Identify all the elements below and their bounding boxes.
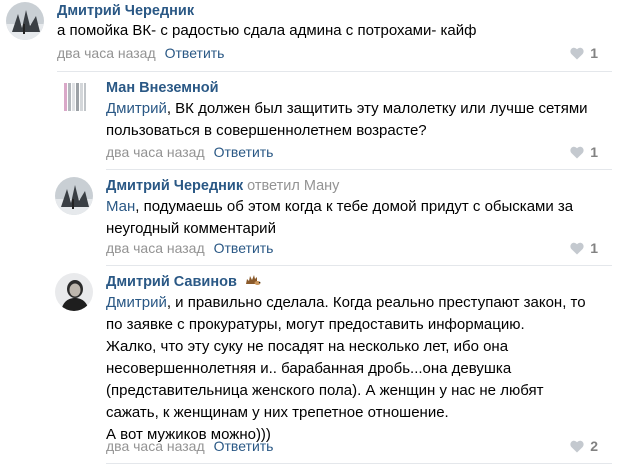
comment-text: Дмитрий, и правильно сделала. Когда реал… (106, 292, 586, 446)
comment-text-line: несовершеннолетняя и.. барабанная дробь.… (106, 360, 512, 377)
heart-icon (570, 47, 584, 60)
avatar[interactable] (55, 177, 93, 215)
mention-link[interactable]: Дмитрий (106, 294, 167, 311)
comment-text: а помойка ВК- с радостью сдала админа с … (57, 20, 476, 42)
comment-text-line: (представительница женского пола). А жен… (106, 382, 544, 399)
mention-link[interactable]: Ман (106, 198, 135, 215)
like-button[interactable]: 1 (570, 144, 598, 160)
like-button[interactable]: 1 (570, 240, 598, 256)
comment-meta: два часа назад Ответить (106, 144, 273, 160)
comment-text: Дмитрий, ВК должен был защитить эту мало… (106, 98, 588, 142)
like-count: 1 (590, 45, 598, 61)
like-count: 2 (590, 438, 598, 454)
comment-text-line: а помойка ВК- с радостью сдала админа с … (57, 22, 477, 39)
divider (106, 169, 612, 170)
comment-text-line: , и правильно сделала. Когда реально пре… (166, 294, 586, 311)
comment-author[interactable]: Ман Внеземной (106, 80, 219, 96)
comment-timestamp[interactable]: два часа назад (57, 45, 156, 61)
comment-text-line: Жалко, что эту суку не посадят на нескол… (106, 338, 509, 355)
like-button[interactable]: 1 (570, 45, 598, 61)
avatar[interactable] (55, 78, 93, 116)
mention-link[interactable]: Дмитрий (106, 100, 167, 117)
comment-text-line: неугодный комментарий (106, 220, 276, 237)
reply-button[interactable]: Ответить (214, 438, 274, 454)
like-count: 1 (590, 240, 598, 256)
heart-icon (570, 440, 584, 453)
divider (106, 265, 612, 266)
comment-meta: два часа назад Ответить (106, 438, 273, 454)
comment-timestamp[interactable]: два часа назад (106, 438, 205, 454)
hedgehog-icon (245, 274, 261, 290)
comment-author[interactable]: Дмитрий Чередник (57, 3, 194, 19)
heart-icon (570, 146, 584, 159)
like-count: 1 (590, 144, 598, 160)
author-name[interactable]: Дмитрий Савинов (106, 274, 237, 290)
comment-timestamp[interactable]: два часа назад (106, 240, 205, 256)
avatar[interactable] (55, 273, 93, 311)
replied-to[interactable]: ответил Ману (247, 178, 339, 194)
reply-button[interactable]: Ответить (214, 240, 274, 256)
comment-timestamp[interactable]: два часа назад (106, 144, 205, 160)
author-name[interactable]: Дмитрий Чередник (106, 178, 243, 194)
comment-text-line: , ВК должен был защитить эту малолетку и… (166, 100, 588, 117)
comment-meta: два часа назад Ответить (106, 240, 273, 256)
comment-author: Дмитрий Чередник ответил Ману (106, 178, 339, 194)
avatar[interactable] (6, 2, 44, 40)
comment-text-line: сажать, к женщинам у них трепетное отнош… (106, 404, 449, 421)
comment-text: Ман, подумаешь об этом когда к тебе домо… (106, 196, 573, 240)
comment-meta: два часа назад Ответить (57, 45, 224, 61)
divider (57, 71, 612, 72)
comment-author: Дмитрий Савинов (106, 274, 261, 290)
like-button[interactable]: 2 (570, 438, 598, 454)
divider (106, 463, 612, 464)
comment-text-line: по заявке с прокуратуры, могут предостав… (106, 316, 525, 333)
comment-text-line: пользоваться в совершеннолетнем возрасте… (106, 122, 427, 139)
reply-button[interactable]: Ответить (214, 144, 274, 160)
heart-icon (570, 242, 584, 255)
comment-text-line: , подумаешь об этом когда к тебе домой п… (135, 198, 574, 215)
reply-button[interactable]: Ответить (165, 45, 225, 61)
